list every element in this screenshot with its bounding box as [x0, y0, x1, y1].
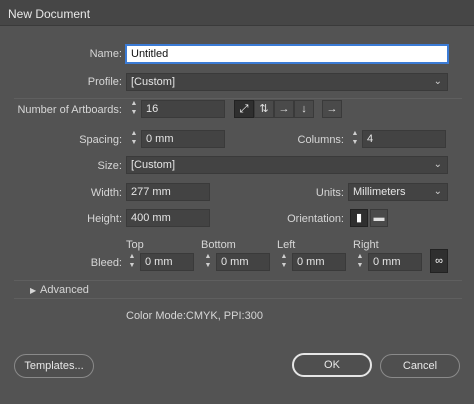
orientation-label: Orientation: [287, 213, 344, 225]
columns-label: Columns: [297, 134, 344, 146]
advanced-toggle[interactable]: Advanced [40, 284, 89, 296]
layout-direction-button[interactable]: → [322, 100, 342, 118]
bleed-bottom-label: Bottom [201, 239, 236, 251]
profile-label: Profile: [87, 76, 122, 88]
chevron-down-icon: ⌄ [433, 186, 442, 197]
portrait-icon[interactable]: ▮ [350, 209, 368, 227]
step-down-icon: ▼ [128, 262, 136, 269]
step-up-icon: ▲ [204, 253, 212, 260]
step-up-icon: ▲ [130, 130, 138, 137]
spacing-stepper[interactable]: ▲ ▼ [128, 130, 140, 148]
step-down-icon: ▼ [356, 262, 364, 269]
step-down-icon: ▼ [130, 109, 138, 116]
window-title: New Document [8, 7, 91, 21]
artboards-label: Number of Artboards: [17, 104, 122, 116]
cancel-button[interactable]: Cancel [380, 354, 460, 378]
chevron-down-icon: ⌄ [433, 76, 442, 87]
step-up-icon: ▲ [130, 100, 138, 107]
bleed-label: Bleed: [90, 257, 122, 269]
step-up-icon: ▲ [356, 253, 364, 260]
height-input[interactable]: 400 mm [126, 209, 210, 227]
grid-by-row-icon[interactable]: ⤢ [234, 100, 254, 118]
step-down-icon: ▼ [351, 139, 359, 146]
bleed-bottom-stepper[interactable]: ▲ ▼ [202, 253, 214, 271]
units-value: Millimeters [353, 186, 406, 198]
columns-input[interactable]: 4 [362, 130, 446, 148]
step-up-icon: ▲ [351, 130, 359, 137]
step-down-icon: ▼ [130, 139, 138, 146]
disclosure-triangle-icon[interactable]: ▶ [30, 286, 36, 295]
columns-stepper[interactable]: ▲ ▼ [349, 130, 361, 148]
arrange-by-row-icon[interactable]: → [274, 100, 294, 118]
step-up-icon: ▲ [128, 253, 136, 260]
spacing-input[interactable]: 0 mm [141, 130, 225, 148]
divider [14, 298, 462, 299]
height-label: Height: [87, 213, 122, 225]
units-select[interactable]: Millimeters ⌄ [348, 183, 448, 201]
size-select[interactable]: [Custom] ⌄ [126, 156, 448, 174]
name-label: Name: [89, 48, 122, 60]
bleed-bottom-input[interactable]: 0 mm [216, 253, 270, 271]
bleed-top-input[interactable]: 0 mm [140, 253, 194, 271]
bleed-right-stepper[interactable]: ▲ ▼ [354, 253, 366, 271]
ok-button[interactable]: OK [292, 353, 372, 377]
width-input[interactable]: 277 mm [126, 183, 210, 201]
bleed-right-input[interactable]: 0 mm [368, 253, 422, 271]
spacing-label: Spacing: [79, 134, 122, 146]
step-down-icon: ▼ [280, 262, 288, 269]
divider [14, 280, 462, 281]
divider [14, 98, 462, 99]
profile-select[interactable]: [Custom] ⌄ [126, 73, 448, 91]
bleed-left-input[interactable]: 0 mm [292, 253, 346, 271]
artboards-stepper[interactable]: ▲ ▼ [128, 100, 140, 118]
size-value: [Custom] [131, 159, 176, 171]
step-down-icon: ▼ [204, 262, 212, 269]
profile-value: [Custom] [131, 76, 176, 88]
bleed-left-stepper[interactable]: ▲ ▼ [278, 253, 290, 271]
bleed-right-label: Right [353, 239, 379, 251]
new-document-dialog: Name: Untitled Profile: [Custom] ⌄ Numbe… [0, 26, 474, 404]
landscape-icon[interactable]: ▬ [370, 209, 388, 227]
chevron-down-icon: ⌄ [433, 159, 442, 170]
step-up-icon: ▲ [280, 253, 288, 260]
size-label: Size: [97, 160, 122, 172]
arrange-by-column-icon[interactable]: ↓ [294, 100, 314, 118]
grid-by-column-icon[interactable]: ⇅ [254, 100, 274, 118]
link-icon[interactable]: ∞ [430, 249, 448, 273]
bleed-top-stepper[interactable]: ▲ ▼ [126, 253, 138, 271]
width-label: Width: [90, 187, 122, 199]
templates-button[interactable]: Templates... [14, 354, 94, 378]
bleed-left-label: Left [277, 239, 296, 251]
artboards-input[interactable]: 16 [141, 100, 225, 118]
units-label: Units: [315, 187, 344, 199]
color-mode-info: Color Mode:CMYK, PPI:300 [126, 310, 263, 322]
title-bar: New Document [0, 0, 474, 26]
bleed-top-label: Top [126, 239, 144, 251]
name-input[interactable]: Untitled [126, 45, 448, 63]
